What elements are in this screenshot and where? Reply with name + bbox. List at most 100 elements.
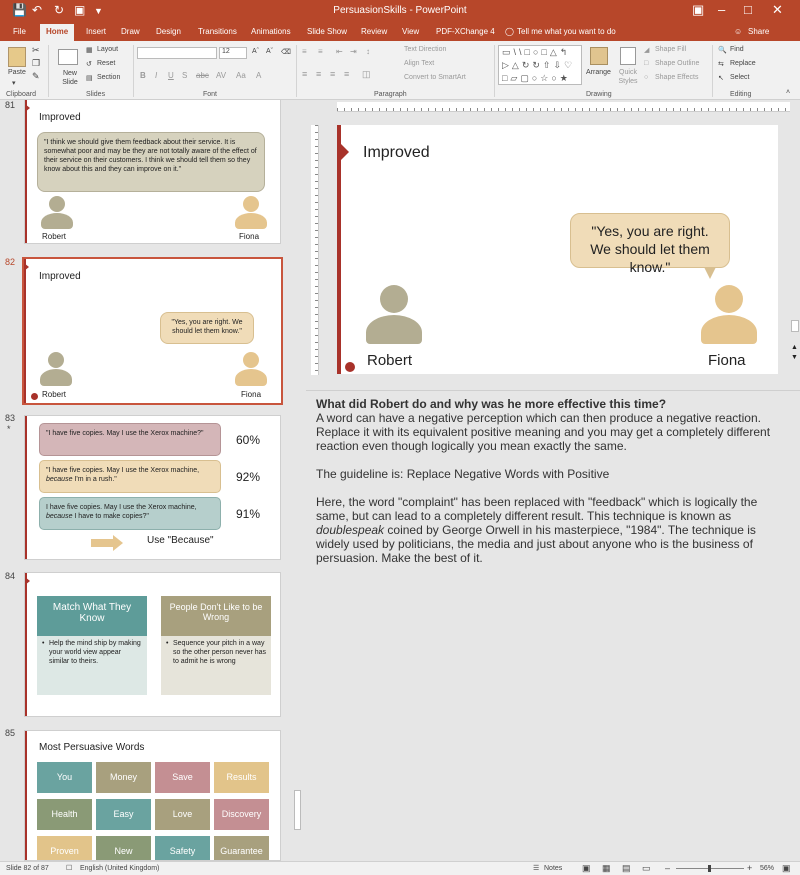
slide-title[interactable]: Improved [363,144,430,162]
tab-animations[interactable]: Animations [251,27,291,36]
tab-transitions[interactable]: Transitions [198,27,237,36]
reading-view-icon[interactable]: ▤ [622,863,631,874]
strikethrough-icon[interactable]: abc [196,71,209,80]
slide-number: 81 [5,100,16,110]
close-icon[interactable]: ✕ [772,2,783,18]
slide-thumbnail-83[interactable]: "I have five copies. May I use the Xerox… [24,415,281,560]
increase-indent-icon[interactable]: ⇥ [350,47,357,56]
reset-button[interactable]: Reset [97,60,115,67]
align-text-button[interactable]: Align Text [404,60,434,67]
decrease-indent-icon[interactable]: ⇤ [336,47,343,56]
font-size-dropdown[interactable]: 12 [219,47,247,59]
layout-button[interactable]: Layout [97,46,118,53]
tab-slide-show[interactable]: Slide Show [307,27,347,36]
shadow-icon[interactable]: S [182,71,187,80]
tab-draw[interactable]: Draw [121,27,140,36]
card-heading: People Don't Like to be Wrong [161,596,271,636]
underline-icon[interactable]: U [168,71,174,80]
editor-scrollbar[interactable]: ▲ ▼ [790,100,800,370]
tab-insert[interactable]: Insert [86,27,106,36]
replace-button[interactable]: Replace [730,60,756,67]
line-spacing-icon[interactable]: ↕ [366,47,370,56]
next-slide-icon[interactable]: ▼ [791,354,798,361]
shape-effects-button[interactable]: Shape Effects [655,74,698,81]
align-left-icon[interactable]: ≡ [302,69,307,79]
change-case-icon[interactable]: Aa [236,71,246,80]
zoom-slider-thumb[interactable] [708,865,711,872]
slide-thumbnail-84[interactable]: Match What They Know • Help the mind ship… [24,572,281,717]
align-center-icon[interactable]: ≡ [316,69,321,79]
slide-show-icon[interactable]: ▭ [642,863,651,874]
current-slide[interactable]: Improved "Yes, you are right. We should … [337,125,778,374]
text-direction-button[interactable]: Text Direction [404,46,446,53]
arrange-icon[interactable] [590,47,608,65]
zoom-out-icon[interactable]: – [665,863,670,873]
maximize-icon[interactable]: □ [744,2,752,17]
format-painter-icon[interactable]: ✎ [32,71,40,82]
decrease-font-icon[interactable]: Aˇ [266,48,273,55]
convert-smartart-button[interactable]: Convert to SmartArt [404,74,466,81]
align-right-icon[interactable]: ≡ [330,69,335,79]
justify-icon[interactable]: ≡ [344,69,349,79]
normal-view-icon[interactable]: ▣ [582,863,591,874]
spellcheck-icon[interactable]: ☐ [66,864,72,872]
cut-icon[interactable]: ✂ [32,45,40,56]
paste-dropdown-icon[interactable]: ▾ [12,79,16,87]
quick-styles-icon[interactable] [620,47,636,65]
notes-toggle-button[interactable]: Notes [544,865,562,872]
font-name-dropdown[interactable] [137,47,217,59]
new-slide-icon[interactable] [58,49,78,65]
tab-view[interactable]: View [402,27,419,36]
select-button[interactable]: Select [730,74,749,81]
zoom-level[interactable]: 56% [760,865,774,872]
increase-font-icon[interactable]: Aˆ [252,48,259,55]
language-status[interactable]: English (United Kingdom) [80,865,159,872]
bullets-icon[interactable]: ≡ [302,47,307,56]
notes-pane[interactable]: What did Robert do and why was he more e… [306,390,800,861]
section-button[interactable]: Section [97,74,120,81]
copy-icon[interactable]: ❐ [32,58,40,69]
tab-home[interactable]: Home [40,24,75,41]
minimize-icon[interactable]: – [718,2,725,17]
fit-slide-icon[interactable]: ▣ [782,863,791,874]
paste-icon[interactable] [8,47,26,67]
slide-thumbnail-81[interactable]: Improved "I think we should give them fe… [24,99,281,244]
shapes-gallery[interactable]: ▭\\□○□△↰ ▷△↻↻⇧⇩♡ □▱▢○☆○★ [498,45,582,85]
collapse-ribbon-icon[interactable]: ˄ [786,89,790,96]
scrollbar-thumb[interactable] [294,790,301,830]
numbering-icon[interactable]: ≡ [318,47,323,56]
char-spacing-icon[interactable]: AV [216,71,226,80]
zoom-in-icon[interactable]: + [747,863,752,873]
arrange-button[interactable]: Arrange [586,69,611,76]
slide-thumbnail-85[interactable]: Most Persuasive Words You Money Save Res… [24,730,281,861]
clear-format-icon[interactable]: ⌫ [281,48,291,56]
new-slide-button[interactable]: New Slide [60,69,80,87]
thumbnails-scrollbar[interactable] [293,100,303,861]
tab-review[interactable]: Review [361,27,387,36]
shape-outline-button[interactable]: Shape Outline [655,60,699,67]
tab-design[interactable]: Design [156,27,181,36]
shape-fill-button[interactable]: Shape Fill [655,46,686,53]
slide-thumbnail-82[interactable]: Improved "Yes, you are right. We should … [22,257,283,405]
tab-file[interactable]: File [13,27,26,36]
previous-slide-icon[interactable]: ▲ [791,344,798,351]
ribbon-options-icon[interactable]: ▣ [692,2,704,18]
tell-me-search[interactable]: Tell me what you want to do [517,27,616,36]
columns-icon[interactable]: ◫ [362,69,371,80]
slide-sorter-icon[interactable]: ▦ [602,863,611,874]
group-label-editing: Editing [730,91,752,98]
name-label[interactable]: Fiona [708,352,746,369]
share-button[interactable]: Share [748,27,769,36]
quick-styles-button[interactable]: Quick Styles [615,68,641,86]
word-tile: Proven [37,836,92,860]
name-label[interactable]: Robert [367,352,412,369]
paste-button[interactable]: Paste [8,69,26,76]
bold-icon[interactable]: B [140,71,146,80]
speech-bubble[interactable]: "Yes, you are right. We should let them … [570,213,730,275]
tab-pdf-xchange[interactable]: PDF-XChange 4 [436,27,495,36]
font-color-icon[interactable]: A [256,71,261,80]
find-button[interactable]: Find [730,46,744,53]
card-heading: Match What They Know [37,596,147,636]
scrollbar-thumb[interactable] [791,320,799,332]
italic-icon[interactable]: I [155,71,157,80]
